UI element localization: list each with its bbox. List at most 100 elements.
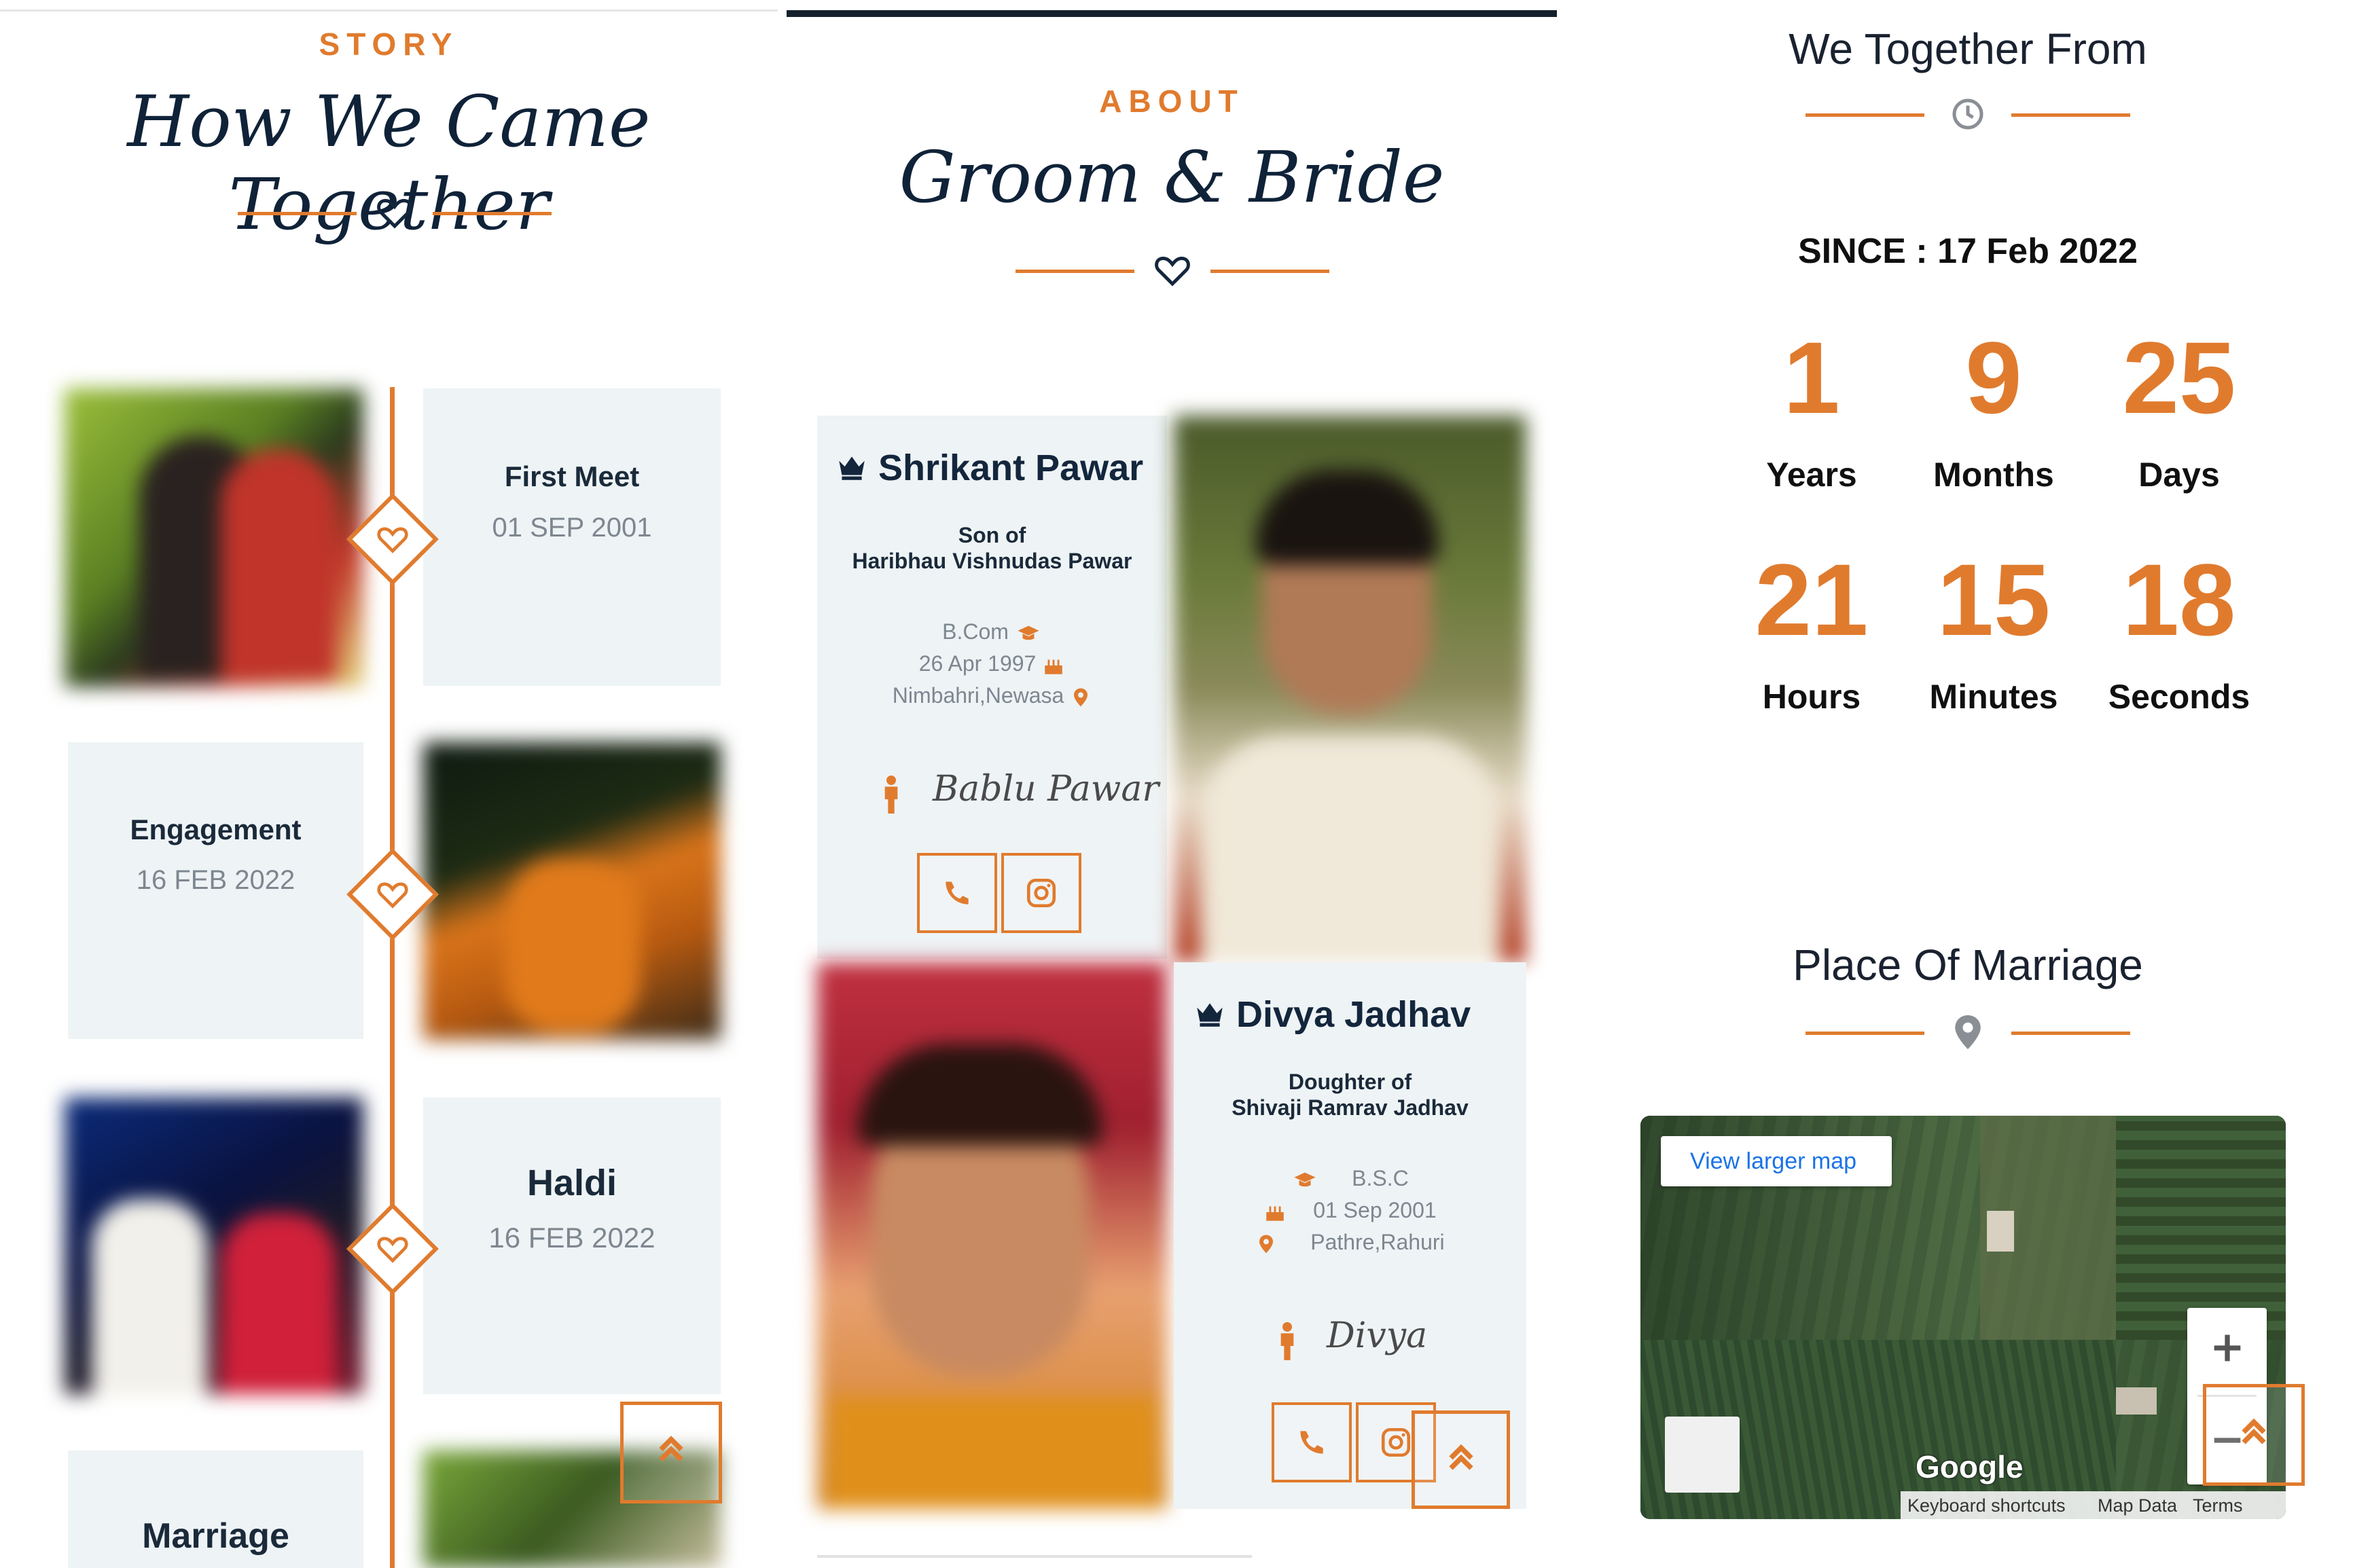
building <box>1987 1211 2014 1252</box>
days-value: 25 <box>2122 321 2236 435</box>
bride-education-row: B.S.C <box>1174 1166 1526 1192</box>
bride-place-row: Pathre,Rahuri <box>1174 1230 1526 1256</box>
about-kicker: ABOUT <box>1099 84 1244 119</box>
event-date: 01 SEP 2001 <box>492 513 652 543</box>
groom-name: Shrikant Pawar <box>878 448 1144 488</box>
top-bar <box>787 10 1557 17</box>
map-data-link[interactable]: Map Data <box>2098 1495 2177 1516</box>
bride-name: Divya Jadhav <box>1236 994 1471 1035</box>
event-title: Haldi <box>526 1163 617 1203</box>
terms-link[interactable]: Terms <box>2193 1495 2243 1516</box>
person-icon <box>884 776 898 814</box>
groom-education-row: B.Com <box>817 619 1167 645</box>
marriage-card: Marriage <box>68 1451 363 1568</box>
days-label: Days <box>2138 456 2220 494</box>
heart-icon <box>377 882 408 909</box>
instagram-icon <box>1381 1427 1411 1457</box>
bride-parent: Shivaji Ramrav Jadhav <box>1232 1095 1469 1120</box>
story-panel: STORY How We Came Together First Meet 01… <box>0 0 778 1568</box>
bride-education: B.S.C <box>1352 1166 1409 1190</box>
groom-instagram-button[interactable] <box>1001 853 1081 933</box>
seconds-label: Seconds <box>2108 678 2250 716</box>
clock-icon <box>1952 98 1983 130</box>
about-title: Groom & Bride <box>899 136 1445 219</box>
chevron-up-icon <box>1449 1444 1473 1470</box>
graduation-cap-icon <box>1018 625 1039 640</box>
chevron-up-icon <box>2242 1418 2266 1444</box>
bride-place: Pathre,Rahuri <box>1310 1230 1445 1254</box>
field-area <box>2116 1116 2286 1340</box>
place-title: Place Of Marriage <box>1793 941 2143 989</box>
groom-phone-button[interactable] <box>917 853 997 933</box>
first-meet-card: First Meet 01 SEP 2001 <box>423 388 721 686</box>
groom-place-row: Nimbahri,Newasa <box>817 683 1167 710</box>
zoom-in-icon[interactable] <box>2208 1328 2247 1368</box>
story-kicker: STORY <box>319 26 459 62</box>
map-footer: Keyboard shortcuts Map Data Terms <box>1901 1491 2286 1519</box>
marriage-map[interactable]: View larger map Google Keyboard shortcut… <box>1640 1116 2286 1519</box>
heart-icon <box>1155 256 1190 287</box>
haldi-card: Haldi 16 FEB 2022 <box>423 1097 721 1394</box>
map-type-toggle[interactable] <box>1665 1417 1740 1493</box>
minutes-value: 15 <box>1937 543 2051 657</box>
bride-dob-row: 01 Sep 2001 <box>1174 1198 1526 1224</box>
heart-icon <box>377 527 408 553</box>
groom-place: Nimbahri,Newasa <box>892 683 1064 708</box>
bride-photo <box>817 962 1167 1509</box>
groom-education: B.Com <box>942 619 1009 644</box>
bride-relation: Doughter of <box>1288 1070 1412 1094</box>
view-larger-map-label: View larger map <box>1690 1148 1857 1174</box>
hours-label: Hours <box>1762 678 1861 716</box>
building <box>2116 1387 2157 1415</box>
scroll-top-button[interactable] <box>2203 1384 2305 1486</box>
since-date: SINCE : 17 Feb 2022 <box>1798 232 2138 271</box>
phone-icon <box>946 881 969 905</box>
bride-signature: Divya <box>1327 1315 1428 1356</box>
groom-signature: Bablu Pawar <box>933 769 1160 809</box>
together-title: We Together From <box>1789 24 2147 73</box>
groom-parent: Haribhau Vishnudas Pawar <box>852 549 1132 573</box>
seconds-value: 18 <box>2122 543 2236 657</box>
view-larger-map-link[interactable]: View larger map <box>1661 1136 1892 1186</box>
person-icon <box>1280 1322 1294 1360</box>
event-title: Engagement <box>130 814 302 845</box>
instagram-icon <box>1026 878 1056 908</box>
event-date: 16 FEB 2022 <box>136 865 295 895</box>
chevron-up-icon <box>659 1436 683 1462</box>
together-divider <box>1806 94 2130 134</box>
months-label: Months <box>1933 456 2054 494</box>
graduation-cap-icon <box>1294 1172 1316 1186</box>
groom-relation: Son of <box>958 523 1026 547</box>
bride-dob: 01 Sep 2001 <box>1313 1198 1437 1222</box>
keyboard-shortcuts-link[interactable]: Keyboard shortcuts <box>1907 1495 2066 1516</box>
map-pin-icon <box>1955 1015 1981 1049</box>
haldi-photo <box>65 1097 363 1394</box>
scroll-top-button[interactable] <box>1412 1410 1510 1509</box>
groom-card: Shrikant Pawar Son of Haribhau Vishnudas… <box>817 416 1167 959</box>
map-pin-icon <box>1259 1235 1274 1253</box>
first-meet-photo <box>65 388 363 687</box>
map-pin-icon <box>1074 688 1088 706</box>
event-date: 16 FEB 2022 <box>488 1222 655 1254</box>
place-divider <box>1806 1012 2130 1053</box>
event-title: Marriage <box>142 1516 289 1556</box>
groom-dob-row: 26 Apr 1997 <box>817 651 1167 677</box>
bottom-border <box>817 1555 1252 1558</box>
groom-photo <box>1174 416 1526 962</box>
bride-phone-button[interactable] <box>1272 1402 1352 1482</box>
bride-card: Divya Jadhav Doughter of Shivaji Ramrav … <box>1174 962 1526 1509</box>
engagement-card: Engagement 16 FEB 2022 <box>68 742 363 1039</box>
minutes-label: Minutes <box>1929 678 2058 716</box>
scroll-top-button[interactable] <box>620 1402 722 1503</box>
hours-value: 21 <box>1755 543 1869 657</box>
crown-icon <box>1197 1003 1223 1027</box>
groom-dob: 26 Apr 1997 <box>918 651 1037 676</box>
about-panel: ABOUT Groom & Bride Shrikant Pawar Son o… <box>787 0 1557 1568</box>
engagement-photo <box>423 742 721 1040</box>
story-divider <box>238 192 552 233</box>
phone-icon <box>1300 1431 1323 1454</box>
about-divider <box>1016 250 1329 291</box>
top-border <box>0 10 778 12</box>
heart-icon <box>377 1237 408 1263</box>
birthday-cake-icon <box>1045 659 1062 674</box>
